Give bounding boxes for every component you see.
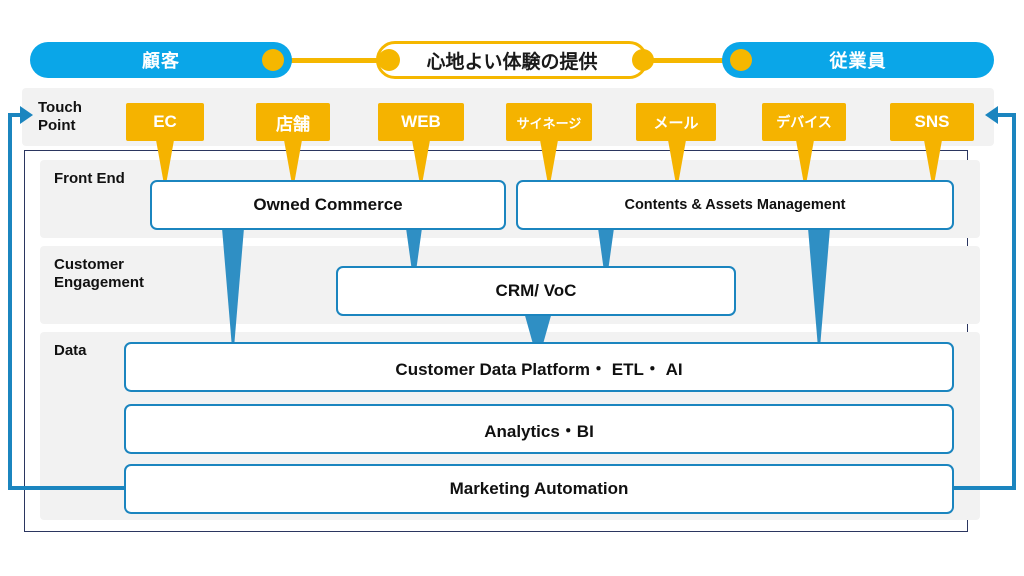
touch-point-device-label: デバイス (776, 114, 832, 130)
customer-pill-label: 顧客 (142, 51, 180, 71)
employee-pill-label: 従業員 (829, 51, 887, 71)
touch-point-store[interactable]: 店舗 (256, 103, 330, 141)
customer-pill[interactable]: 顧客 (30, 42, 292, 78)
touch-point-sns[interactable]: SNS (890, 103, 974, 141)
feedback-left-vertical (8, 113, 12, 490)
employee-pill[interactable]: 従業員 (722, 42, 994, 78)
experience-center-text: 心地よい体験の提供 (426, 51, 598, 73)
experience-center-label[interactable]: 心地よい体験の提供 (376, 41, 648, 79)
data-label: Data (54, 342, 87, 359)
touch-point-ec-label: EC (153, 112, 177, 131)
connector-dot-2 (378, 49, 400, 71)
box-owned-commerce[interactable]: Owned Commerce (150, 180, 506, 230)
touch-point-web[interactable]: WEB (378, 103, 464, 141)
box-contents-assets-management[interactable]: Contents & Assets Management (516, 180, 954, 230)
touch-point-signage[interactable]: サイネージ (506, 103, 592, 141)
feedback-right-arrowhead (985, 106, 998, 124)
box-customer-data-platform-label: Customer Data Platform・ ETL・ AI (395, 359, 683, 379)
feedback-right-top-horizontal (998, 113, 1016, 117)
touch-point-store-label: 店舗 (276, 114, 310, 134)
box-marketing-automation-label: Marketing Automation (449, 479, 629, 498)
front-end-label: Front End (54, 170, 125, 187)
connector-dot-4 (730, 49, 752, 71)
box-crm-voc-label: CRM/ VoC (495, 281, 577, 300)
box-crm-voc[interactable]: CRM/ VoC (336, 266, 736, 316)
box-owned-commerce-label: Owned Commerce (253, 195, 403, 214)
feedback-right-vertical (1012, 113, 1016, 490)
touch-point-label: Touch Point (38, 99, 82, 134)
box-customer-data-platform[interactable]: Customer Data Platform・ ETL・ AI (124, 342, 954, 392)
box-analytics-bi-label: Analytics・BI (484, 421, 594, 441)
feedback-right-horizontal (952, 486, 1016, 490)
box-marketing-automation[interactable]: Marketing Automation (124, 464, 954, 514)
feedback-left-horizontal (8, 486, 126, 490)
box-contents-assets-management-label: Contents & Assets Management (624, 197, 846, 213)
touch-point-sns-label: SNS (914, 112, 950, 131)
customer-engagement-label: Customer Engagement (54, 256, 145, 291)
touch-point-signage-label: サイネージ (516, 115, 582, 131)
diagram-canvas: 顧客 心地よい体験の提供 従業員 Touch Point EC 店舗 WEB サ… (0, 0, 1024, 576)
touch-point-device[interactable]: デバイス (762, 103, 846, 141)
feedback-left-arrowhead (20, 106, 33, 124)
touch-point-mail[interactable]: メール (636, 103, 716, 141)
connector-dot-3 (632, 49, 654, 71)
box-analytics-bi[interactable]: Analytics・BI (124, 404, 954, 454)
touch-point-web-label: WEB (401, 112, 441, 131)
touch-point-ec[interactable]: EC (126, 103, 204, 141)
connector-dot-1 (262, 49, 284, 71)
touch-point-mail-label: メール (653, 114, 699, 132)
